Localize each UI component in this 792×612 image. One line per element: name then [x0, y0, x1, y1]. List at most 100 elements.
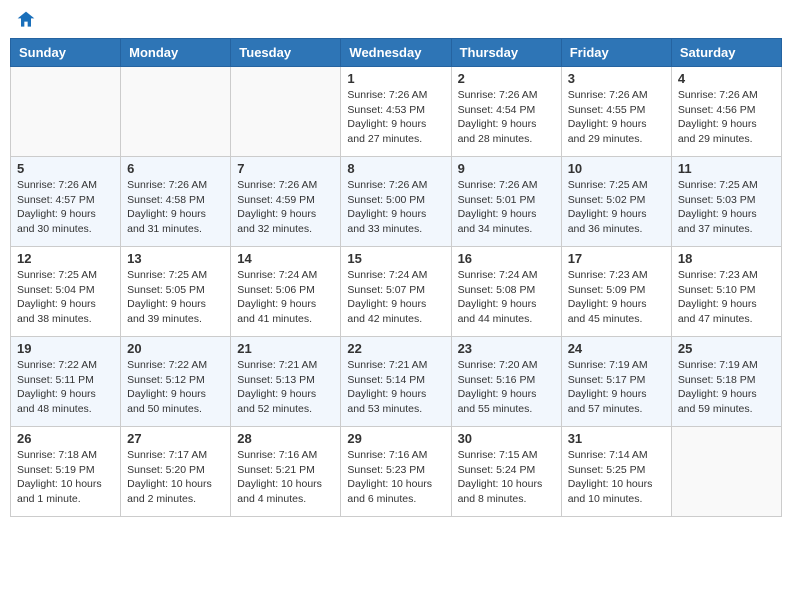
day-number: 6: [127, 161, 224, 176]
calendar-week-row: 5 Sunrise: 7:26 AM Sunset: 4:57 PM Daylig…: [11, 157, 782, 247]
day-number: 4: [678, 71, 775, 86]
calendar-day-cell: [671, 427, 781, 517]
day-number: 1: [347, 71, 444, 86]
day-info: Sunrise: 7:20 AM Sunset: 5:16 PM Dayligh…: [458, 358, 555, 417]
day-number: 8: [347, 161, 444, 176]
calendar-day-cell: 18 Sunrise: 7:23 AM Sunset: 5:10 PM Dayli…: [671, 247, 781, 337]
calendar-day-cell: 29 Sunrise: 7:16 AM Sunset: 5:23 PM Dayli…: [341, 427, 451, 517]
day-number: 2: [458, 71, 555, 86]
day-info: Sunrise: 7:21 AM Sunset: 5:14 PM Dayligh…: [347, 358, 444, 417]
calendar-day-cell: 30 Sunrise: 7:15 AM Sunset: 5:24 PM Dayli…: [451, 427, 561, 517]
day-number: 19: [17, 341, 114, 356]
calendar-day-cell: 6 Sunrise: 7:26 AM Sunset: 4:58 PM Daylig…: [121, 157, 231, 247]
day-info: Sunrise: 7:15 AM Sunset: 5:24 PM Dayligh…: [458, 448, 555, 507]
day-number: 20: [127, 341, 224, 356]
day-number: 22: [347, 341, 444, 356]
day-number: 9: [458, 161, 555, 176]
calendar-day-cell: 2 Sunrise: 7:26 AM Sunset: 4:54 PM Daylig…: [451, 67, 561, 157]
day-info: Sunrise: 7:24 AM Sunset: 5:06 PM Dayligh…: [237, 268, 334, 327]
logo: [14, 10, 36, 30]
calendar-day-cell: [121, 67, 231, 157]
day-info: Sunrise: 7:14 AM Sunset: 5:25 PM Dayligh…: [568, 448, 665, 507]
calendar-day-cell: 16Sunrise: 7:24 AM Sunset: 5:08 PM Dayli…: [451, 247, 561, 337]
calendar-day-cell: 22 Sunrise: 7:21 AM Sunset: 5:14 PM Dayli…: [341, 337, 451, 427]
day-info: Sunrise: 7:26 AM Sunset: 4:58 PM Dayligh…: [127, 178, 224, 237]
day-of-week-header: Sunday: [11, 39, 121, 67]
calendar-day-cell: 27Sunrise: 7:17 AM Sunset: 5:20 PM Dayli…: [121, 427, 231, 517]
day-number: 7: [237, 161, 334, 176]
day-of-week-header: Monday: [121, 39, 231, 67]
day-info: Sunrise: 7:21 AM Sunset: 5:13 PM Dayligh…: [237, 358, 334, 417]
day-info: Sunrise: 7:22 AM Sunset: 5:11 PM Dayligh…: [17, 358, 114, 417]
day-number: 25: [678, 341, 775, 356]
calendar-week-row: 26Sunrise: 7:18 AM Sunset: 5:19 PM Dayli…: [11, 427, 782, 517]
calendar-day-cell: 3 Sunrise: 7:26 AM Sunset: 4:55 PM Daylig…: [561, 67, 671, 157]
day-number: 31: [568, 431, 665, 446]
day-info: Sunrise: 7:26 AM Sunset: 5:01 PM Dayligh…: [458, 178, 555, 237]
calendar-day-cell: 10 Sunrise: 7:25 AM Sunset: 5:02 PM Dayli…: [561, 157, 671, 247]
day-info: Sunrise: 7:23 AM Sunset: 5:10 PM Dayligh…: [678, 268, 775, 327]
calendar-day-cell: [11, 67, 121, 157]
day-info: Sunrise: 7:25 AM Sunset: 5:02 PM Dayligh…: [568, 178, 665, 237]
day-number: 30: [458, 431, 555, 446]
calendar-day-cell: 23 Sunrise: 7:20 AM Sunset: 5:16 PM Dayli…: [451, 337, 561, 427]
day-info: Sunrise: 7:25 AM Sunset: 5:05 PM Dayligh…: [127, 268, 224, 327]
day-info: Sunrise: 7:16 AM Sunset: 5:23 PM Dayligh…: [347, 448, 444, 507]
calendar-day-cell: 17 Sunrise: 7:23 AM Sunset: 5:09 PM Dayli…: [561, 247, 671, 337]
day-of-week-header: Saturday: [671, 39, 781, 67]
day-info: Sunrise: 7:26 AM Sunset: 4:53 PM Dayligh…: [347, 88, 444, 147]
day-info: Sunrise: 7:19 AM Sunset: 5:18 PM Dayligh…: [678, 358, 775, 417]
calendar-day-cell: 15 Sunrise: 7:24 AM Sunset: 5:07 PM Dayli…: [341, 247, 451, 337]
day-info: Sunrise: 7:17 AM Sunset: 5:20 PM Dayligh…: [127, 448, 224, 507]
day-number: 11: [678, 161, 775, 176]
day-number: 21: [237, 341, 334, 356]
day-info: Sunrise: 7:26 AM Sunset: 4:55 PM Dayligh…: [568, 88, 665, 147]
day-info: Sunrise: 7:25 AM Sunset: 5:03 PM Dayligh…: [678, 178, 775, 237]
day-number: 15: [347, 251, 444, 266]
day-info: Sunrise: 7:19 AM Sunset: 5:17 PM Dayligh…: [568, 358, 665, 417]
day-number: 28: [237, 431, 334, 446]
calendar-day-cell: 25 Sunrise: 7:19 AM Sunset: 5:18 PM Dayli…: [671, 337, 781, 427]
day-info: Sunrise: 7:16 AM Sunset: 5:21 PM Dayligh…: [237, 448, 334, 507]
day-info: Sunrise: 7:18 AM Sunset: 5:19 PM Dayligh…: [17, 448, 114, 507]
day-info: Sunrise: 7:22 AM Sunset: 5:12 PM Dayligh…: [127, 358, 224, 417]
day-number: 23: [458, 341, 555, 356]
day-info: Sunrise: 7:23 AM Sunset: 5:09 PM Dayligh…: [568, 268, 665, 327]
day-info: Sunrise: 7:26 AM Sunset: 4:57 PM Dayligh…: [17, 178, 114, 237]
calendar-table: SundayMondayTuesdayWednesdayThursdayFrid…: [10, 38, 782, 517]
calendar-day-cell: 19 Sunrise: 7:22 AM Sunset: 5:11 PM Dayli…: [11, 337, 121, 427]
day-info: Sunrise: 7:26 AM Sunset: 4:54 PM Dayligh…: [458, 88, 555, 147]
day-number: 17: [568, 251, 665, 266]
day-info: Sunrise: 7:25 AM Sunset: 5:04 PM Dayligh…: [17, 268, 114, 327]
day-number: 29: [347, 431, 444, 446]
calendar-day-cell: 21 Sunrise: 7:21 AM Sunset: 5:13 PM Dayli…: [231, 337, 341, 427]
calendar-week-row: 1 Sunrise: 7:26 AM Sunset: 4:53 PM Daylig…: [11, 67, 782, 157]
day-info: Sunrise: 7:26 AM Sunset: 5:00 PM Dayligh…: [347, 178, 444, 237]
logo-icon: [16, 10, 36, 30]
day-number: 10: [568, 161, 665, 176]
day-info: Sunrise: 7:24 AM Sunset: 5:07 PM Dayligh…: [347, 268, 444, 327]
calendar-header: SundayMondayTuesdayWednesdayThursdayFrid…: [11, 39, 782, 67]
day-number: 16: [458, 251, 555, 266]
calendar-day-cell: 28 Sunrise: 7:16 AM Sunset: 5:21 PM Dayli…: [231, 427, 341, 517]
calendar-day-cell: 13 Sunrise: 7:25 AM Sunset: 5:05 PM Dayli…: [121, 247, 231, 337]
calendar-day-cell: [231, 67, 341, 157]
calendar-body: 1 Sunrise: 7:26 AM Sunset: 4:53 PM Daylig…: [11, 67, 782, 517]
day-number: 24: [568, 341, 665, 356]
calendar-day-cell: 1 Sunrise: 7:26 AM Sunset: 4:53 PM Daylig…: [341, 67, 451, 157]
page-header: [10, 10, 782, 30]
calendar-day-cell: 12 Sunrise: 7:25 AM Sunset: 5:04 PM Dayli…: [11, 247, 121, 337]
day-number: 3: [568, 71, 665, 86]
day-of-week-header: Friday: [561, 39, 671, 67]
day-of-week-header: Thursday: [451, 39, 561, 67]
day-number: 13: [127, 251, 224, 266]
calendar-day-cell: 8 Sunrise: 7:26 AM Sunset: 5:00 PM Daylig…: [341, 157, 451, 247]
calendar-day-cell: 11 Sunrise: 7:25 AM Sunset: 5:03 PM Dayli…: [671, 157, 781, 247]
day-number: 5: [17, 161, 114, 176]
calendar-day-cell: 31 Sunrise: 7:14 AM Sunset: 5:25 PM Dayli…: [561, 427, 671, 517]
calendar-day-cell: 14Sunrise: 7:24 AM Sunset: 5:06 PM Dayli…: [231, 247, 341, 337]
calendar-day-cell: 24 Sunrise: 7:19 AM Sunset: 5:17 PM Dayli…: [561, 337, 671, 427]
day-number: 12: [17, 251, 114, 266]
day-number: 18: [678, 251, 775, 266]
day-info: Sunrise: 7:26 AM Sunset: 4:59 PM Dayligh…: [237, 178, 334, 237]
